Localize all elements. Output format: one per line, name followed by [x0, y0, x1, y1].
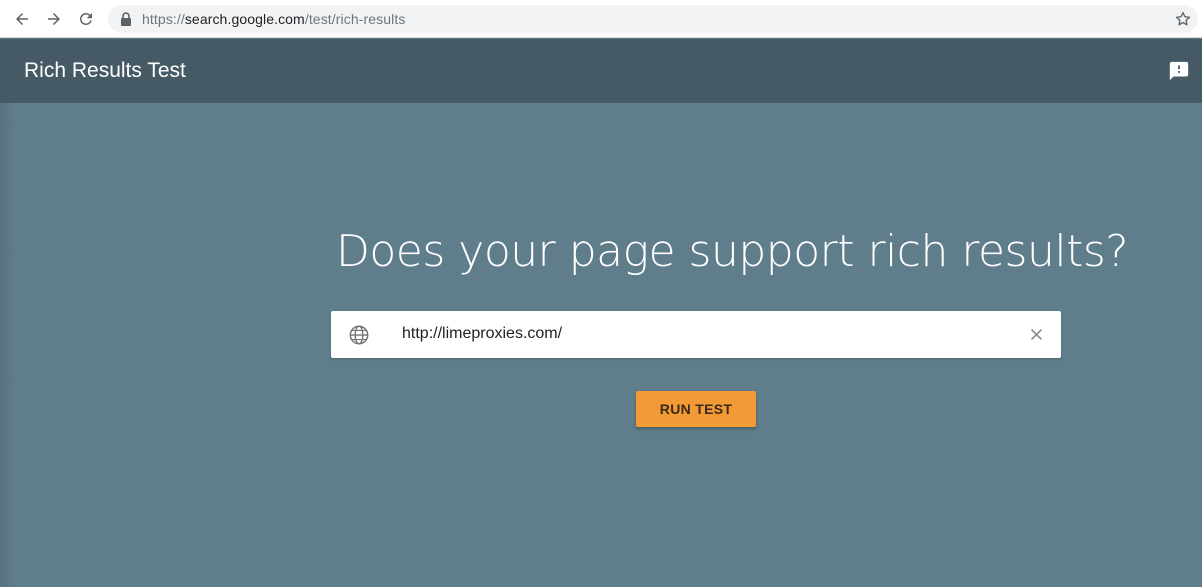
url-path: /test/rich-results [304, 11, 406, 27]
browser-toolbar: https://search.google.com/test/rich-resu… [0, 0, 1202, 38]
reload-button[interactable] [75, 8, 97, 30]
app-header: Rich Results Test [0, 39, 1202, 103]
star-icon[interactable] [1174, 10, 1192, 28]
forward-button[interactable] [43, 8, 65, 30]
address-url: https://search.google.com/test/rich-resu… [142, 11, 405, 27]
page-title: Rich Results Test [24, 59, 186, 82]
address-bar[interactable]: https://search.google.com/test/rich-resu… [108, 5, 1198, 33]
run-test-button[interactable]: RUN TEST [636, 391, 756, 427]
feedback-icon[interactable] [1168, 60, 1190, 82]
url-input-card [331, 311, 1061, 358]
arrow-forward-icon [48, 13, 60, 25]
arrow-back-icon [16, 13, 28, 25]
headline: Does your page support rich results? [336, 226, 1129, 277]
close-icon[interactable] [1027, 325, 1046, 344]
side-shadow [0, 103, 16, 587]
main-content: Does your page support rich results? RUN… [0, 103, 1202, 587]
lock-icon [121, 12, 131, 26]
globe-icon [349, 325, 369, 345]
reload-icon [80, 12, 92, 25]
back-button[interactable] [11, 8, 33, 30]
url-scheme: https:// [142, 11, 185, 27]
url-host: search.google.com [184, 11, 305, 27]
url-input[interactable] [402, 319, 1012, 349]
